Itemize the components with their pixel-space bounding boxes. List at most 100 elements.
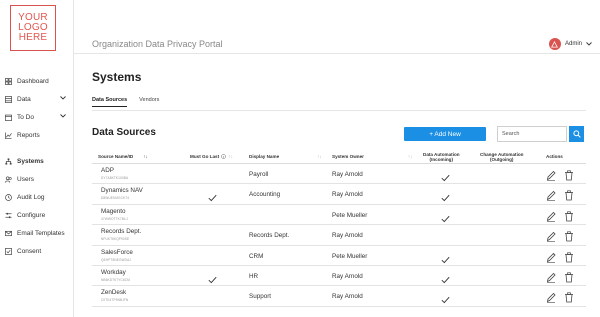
source-name[interactable]: ADP [101,167,114,174]
table-row[interactable]: ZenDesk C0TK4TP9NBJFN Support Ray Arnold [92,286,586,307]
sidebar-item-dashboard[interactable]: Dashboard [0,72,74,90]
source-name[interactable]: Workday [101,269,126,276]
sidebar-item-label: Dashboard [17,77,49,85]
info-icon[interactable] [221,154,227,159]
header-display-name[interactable]: Display Name ↑↓ [249,154,322,159]
table-row[interactable]: SalesForce QEHPT8NEGWDAJ CRM Pete Mueller [92,246,586,266]
header-must-go-last[interactable]: Must Go Last ↑↓ [190,154,233,159]
source-name[interactable]: ZenDesk [101,289,126,296]
sidebar-item-label: Configure [17,211,46,219]
sort-icon[interactable]: ↑↓ [228,154,233,159]
trash-icon[interactable] [564,168,574,181]
edit-icon[interactable] [546,168,556,181]
source-name[interactable]: Magento [101,208,126,215]
user-menu[interactable]: Admin [548,38,592,50]
sidebar-item-label: To Do [17,113,34,121]
search-input[interactable] [497,126,567,142]
edit-icon[interactable] [546,270,556,283]
sidebar-item-data[interactable]: Data [0,90,74,108]
tab-bar: Data Sources Vendors [92,97,171,107]
sliders-icon [4,211,13,220]
source-id: DY7A8KTK100BA [101,176,129,180]
app-title: Organization Data Privacy Portal [92,39,223,49]
database-icon [4,95,13,104]
display-name: Accounting [249,191,281,199]
header-data-automation[interactable]: Data Automation (Incoming) [423,152,460,162]
chevron-down-icon[interactable] [60,96,66,100]
sidebar: YOUR LOGO HERE Dashboard Data To Do Repo… [0,0,74,317]
sort-icon[interactable]: ↑↓ [408,154,413,159]
add-new-button[interactable]: + Add New [404,127,486,141]
data-automation-check-icon [441,210,450,223]
sort-icon[interactable]: ↑↓ [317,154,322,159]
search-button[interactable] [569,126,584,142]
chevron-down-icon[interactable] [60,114,66,118]
table-row[interactable]: Dynamics NAV D8WUEKMGCKT4 Accounting Ray Ar… [92,184,586,205]
edit-icon[interactable] [546,290,556,303]
edit-icon[interactable] [546,188,556,201]
trash-icon[interactable] [564,188,574,201]
display-name: CRM [249,252,264,260]
sidebar-item-label: Data [17,95,31,103]
company-logo[interactable]: YOUR LOGO HERE [10,5,56,51]
sidebar-item-label: Email Templates [17,229,65,237]
page-title: Systems [92,70,142,84]
tab-vendors[interactable]: Vendors [139,97,159,107]
table-row[interactable]: Workday NB6KDTK7YC6CM HR Ray Arnold [92,266,586,287]
source-name[interactable]: SalesForce [101,249,133,256]
header-actions: Actions [546,154,563,159]
chart-icon [4,131,13,140]
system-owner: Pete Mueller [332,211,368,219]
sidebar-item-systems[interactable]: Systems [0,152,74,170]
table-row[interactable]: ADP DY7A8KTK100BA Payroll Ray Arnold [92,164,586,185]
sort-asc-icon[interactable]: ↑↓ [143,154,148,159]
sidebar-item-reports[interactable]: Reports [0,126,74,144]
system-owner: Ray Arnold [332,293,363,301]
trash-icon[interactable] [564,229,574,242]
sidebar-item-configure[interactable]: Configure [0,206,74,224]
section-title: Data Sources [92,127,156,138]
sidebar-item-label: Reports [17,131,40,139]
header-system-owner[interactable]: System Owner ↑↓ [332,154,413,159]
sidebar-item-consent[interactable]: Consent [0,242,74,260]
tabs-divider [92,110,586,111]
system-owner: Ray Arnold [332,232,363,240]
sidebar-item-to-do[interactable]: To Do [0,108,74,126]
data-sources-table: Source Name/ID ↑↓ Must Go Last ↑↓ Display… [92,150,586,307]
edit-icon[interactable] [546,229,556,242]
system-owner: Ray Arnold [332,272,363,280]
data-automation-check-icon [441,291,450,304]
header-change-automation[interactable]: Change Automation (Outgoing) [480,152,523,162]
sidebar-item-users[interactable]: Users [0,170,74,188]
source-id: C0TK4TP9NBJFN [101,298,129,303]
trash-icon[interactable] [564,209,574,222]
source-id: D8WUEKMGCKT4 [101,196,130,201]
trash-icon[interactable] [564,270,574,283]
sidebar-item-email-templates[interactable]: Email Templates [0,224,74,242]
source-id: QEHPT8NEGWDAJ [101,257,131,262]
trash-icon[interactable] [564,290,574,303]
source-name[interactable]: Records Dept. [101,228,141,235]
source-id: NFUKT6KQP90SE [101,237,130,242]
sidebar-nav: Dashboard Data To Do Reports Systems Use… [0,72,74,260]
edit-icon[interactable] [546,209,556,222]
edit-icon[interactable] [546,250,556,263]
system-owner: Pete Mueller [332,252,368,260]
must-go-last-check-icon [208,271,217,284]
source-name[interactable]: Dynamics NAV [101,187,143,194]
data-automation-check-icon [441,251,450,263]
header-source-name[interactable]: Source Name/ID ↑↓ [98,154,148,159]
sidebar-item-audit-log[interactable]: Audit Log [0,188,74,206]
trash-icon[interactable] [564,250,574,262]
system-owner: Ray Arnold [332,191,363,199]
table-row[interactable]: Records Dept. NFUKT6KQP90SE Records Dept. R… [92,225,586,246]
nav-divider [0,144,74,152]
checkbox-icon [4,247,13,256]
user-name: Admin [564,41,582,47]
display-name: HR [249,272,259,280]
tab-data-sources[interactable]: Data Sources [92,97,128,107]
table-row[interactable]: Magento 47WWOTTK7MLJ Pete Mueller [92,205,586,226]
source-id: NB6KDTK7YC6CM [101,277,130,282]
display-name: Payroll [249,171,269,178]
display-name: Support [249,293,272,301]
